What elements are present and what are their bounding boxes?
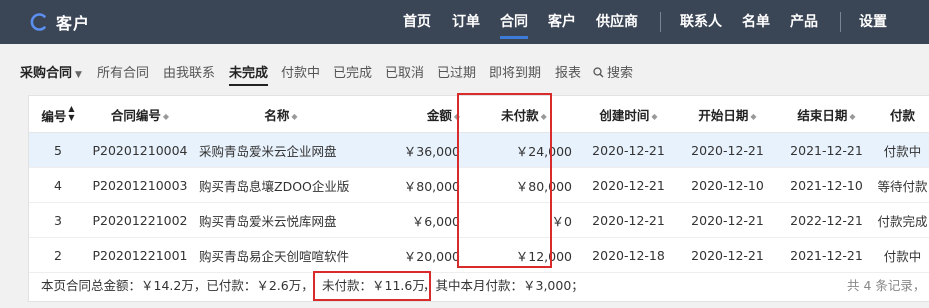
cell-payment-status: 付款中 [875,132,929,168]
tab-expiring-soon[interactable]: 即将到期 [489,62,541,81]
search-label: 搜索 [607,66,634,81]
table-row[interactable]: 2 P20201221001 购买青岛易企天创喧喧软件 ￥20,000 ￥12,… [29,237,929,273]
table-row[interactable]: 5 P20201210004 采购青岛爱米云企业网盘 ￥36,000 ￥24,0… [29,132,929,168]
cell-amount: ￥80,000 [369,167,468,203]
col-header-unpaid[interactable]: 未付款 ◆ [468,96,580,133]
summary-total: 本页合同总金额：￥14.2万，已付款：￥2.6万， [41,278,314,293]
cell-start-date: 2020-12-21 [677,237,778,273]
search-icon [593,67,604,78]
tab-all-contracts[interactable]: 所有合同 [97,62,149,81]
cell-contract-no[interactable]: P20201210003 [87,167,193,203]
cell-amount: ￥20,000 [369,237,468,273]
nav-settings[interactable]: 设置 [859,0,887,44]
record-count: 共 4 条记录， [847,278,926,293]
cell-unpaid: ￥80,000 [468,167,580,203]
search-button[interactable]: 搜索 [593,62,633,81]
contracts-table: 编号▲ ▼ 合同编号 ◆ 名称 ◆ 金额 ◆ 未付款 ◆ 创建时间 ◆ 开始日期 ◆ 结束日期… [29,96,929,273]
tab-finished[interactable]: 已完成 [333,62,372,81]
cell-created: 2020-12-21 [580,167,677,203]
cell-contract-no[interactable]: P20201221002 [87,202,193,238]
cell-name[interactable]: 购买青岛息壤ZDOO企业版 [193,167,369,203]
sort-icon: ◆ [750,111,757,121]
cell-end-date: 2021-12-21 [778,132,875,168]
cell-payment-status: 等待付款 [875,167,929,203]
cell-amount: ￥6,000 [369,202,468,238]
table-header-row: 编号▲ ▼ 合同编号 ◆ 名称 ◆ 金额 ◆ 未付款 ◆ 创建时间 ◆ 开始日期 ◆ 结束日期… [29,96,929,133]
sort-icon: ◆ [453,111,460,121]
cell-id: 2 [29,237,87,273]
table-summary-footer: 本页合同总金额：￥14.2万，已付款：￥2.6万， 未付款：￥11.6万 ，其中… [29,272,929,300]
nav-contacts[interactable]: 联系人 [680,0,722,44]
brand-logo-icon [30,13,46,31]
tab-contacted-by-me[interactable]: 由我联系 [163,62,215,81]
table-row[interactable]: 3 P20201221002 购买青岛爱米云悦库网盘 ￥6,000 ￥0 202… [29,202,929,238]
summary-unpaid: 未付款：￥11.6万 [322,278,425,293]
nav-orders[interactable]: 订单 [452,0,480,44]
cell-name[interactable]: 采购青岛爱米云企业网盘 [193,132,369,168]
cell-amount: ￥36,000 [369,132,468,168]
col-header-start-date[interactable]: 开始日期 ◆ [677,96,778,133]
sort-icon: ◆ [162,111,170,121]
cell-end-date: 2021-12-10 [778,167,875,203]
cell-id: 3 [29,202,87,238]
cell-created: 2020-12-21 [580,132,677,168]
cell-contract-no[interactable]: P20201210004 [87,132,193,168]
col-header-amount[interactable]: 金额 ◆ [369,96,468,133]
tab-canceled[interactable]: 已取消 [385,62,424,81]
col-header-id[interactable]: 编号▲ ▼ [29,96,87,133]
brand[interactable]: 客户 [30,0,90,44]
tab-report[interactable]: 报表 [555,62,581,81]
nav-divider [840,12,841,32]
cell-start-date: 2020-12-21 [677,202,778,238]
sort-icon: ▲ ▼ [68,103,75,122]
tab-purchase-contracts[interactable]: 采购合同 ▼ [20,62,82,81]
tab-expired[interactable]: 已过期 [437,62,476,81]
contracts-table-card: 编号▲ ▼ 合同编号 ◆ 名称 ◆ 金额 ◆ 未付款 ◆ 创建时间 ◆ 开始日期 ◆ 结束日期… [28,95,929,302]
cell-created: 2020-12-18 [580,237,677,273]
nav-customers[interactable]: 客户 [548,0,576,44]
top-navigation-bar: 客户 首页 订单 合同 客户 供应商 联系人 名单 产品 设置 [0,0,929,44]
cell-id: 4 [29,167,87,203]
cell-contract-no[interactable]: P20201221001 [87,237,193,273]
sort-icon: ◆ [540,111,547,121]
contract-filter-tabs: 采购合同 ▼ 所有合同 由我联系 未完成 付款中 已完成 已取消 已过期 即将到期… [0,52,929,88]
col-header-name[interactable]: 名称 ◆ [193,96,369,133]
col-header-created[interactable]: 创建时间 ◆ [580,96,677,133]
table-row[interactable]: 4 P20201210003 购买青岛息壤ZDOO企业版 ￥80,000 ￥80… [29,167,929,203]
cell-unpaid: ￥0 [468,202,580,238]
cell-end-date: 2022-12-21 [778,202,875,238]
cell-end-date: 2021-12-21 [778,237,875,273]
nav-contracts[interactable]: 合同 [500,0,528,44]
caret-down-icon: ▼ [75,70,82,80]
tab-label: 采购合同 [20,66,73,81]
cell-id: 5 [29,132,87,168]
cell-unpaid: ￥24,000 [468,132,580,168]
cell-payment-status: 付款完成 [875,202,929,238]
summary-month: ，其中本月付款：￥3,000； [423,278,584,293]
sort-icon: ◆ [849,111,856,121]
nav-suppliers[interactable]: 供应商 [596,0,638,44]
cell-created: 2020-12-21 [580,202,677,238]
tab-unfinished[interactable]: 未完成 [229,62,269,86]
cell-start-date: 2020-12-10 [677,167,778,203]
cell-name[interactable]: 购买青岛爱米云悦库网盘 [193,202,369,238]
nav-home[interactable]: 首页 [403,0,431,44]
nav-divider [660,12,661,32]
nav-products[interactable]: 产品 [790,0,818,44]
cell-payment-status: 付款中 [875,237,929,273]
col-header-end-date[interactable]: 结束日期 ◆ [778,96,875,133]
tab-paying[interactable]: 付款中 [281,62,320,81]
sort-icon: ◆ [291,111,298,121]
cell-start-date: 2020-12-21 [677,132,778,168]
col-header-payment[interactable]: 付款 [875,96,929,133]
sort-icon: ◆ [651,111,658,121]
nav-lists[interactable]: 名单 [742,0,770,44]
app-title: 客户 [56,14,91,33]
col-header-contract-no[interactable]: 合同编号 ◆ [87,96,193,133]
cell-unpaid: ￥12,000 [468,237,580,273]
cell-name[interactable]: 购买青岛易企天创喧喧软件 [193,237,369,273]
